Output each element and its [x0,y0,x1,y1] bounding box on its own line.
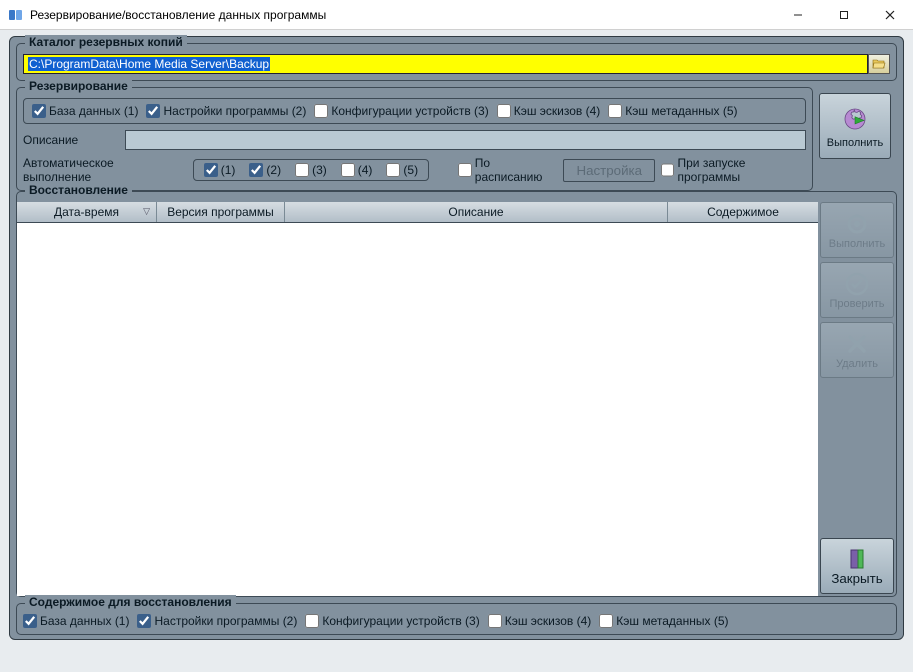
rc-meta-cache[interactable] [599,614,613,628]
rc-device-config-label: Конфигурации устройств (3) [322,614,479,628]
auto-1-label: (1) [221,163,236,177]
group-catalog: Каталог резервных копий C:\ProgramData\H… [16,43,897,81]
chk-thumb-cache-label: Кэш эскизов (4) [514,104,601,118]
folder-open-icon [872,58,886,70]
restore-delete-label: Удалить [836,358,878,370]
group-restore: Восстановление Дата-время▽ Версия програ… [16,191,897,597]
auto-3-label: (3) [312,163,327,177]
chk-database-label: База данных (1) [49,104,138,118]
chk-on-start[interactable] [661,163,674,177]
table-body[interactable] [17,223,818,596]
col-content[interactable]: Содержимое [668,202,818,222]
backup-path-input[interactable]: C:\ProgramData\Home Media Server\Backup [23,54,868,74]
restore-delete-button: Удалить [820,322,894,378]
rc-meta-cache-label: Кэш метаданных (5) [616,614,728,628]
restore-side-buttons: Выполнить Проверить Удалить Закрыть [818,202,896,596]
sort-indicator-icon: ▽ [143,206,150,217]
rc-device-config[interactable] [305,614,319,628]
rc-database[interactable] [23,614,37,628]
chk-settings[interactable] [146,104,160,118]
auto-5[interactable] [386,163,400,177]
group-backup: Резервирование База данных (1) Настройки… [16,87,897,191]
check-circle-icon [844,271,870,297]
group-restore-content-legend: Содержимое для восстановления [25,595,236,609]
restore-check-label: Проверить [829,298,884,310]
group-restore-legend: Восстановление [25,183,132,197]
group-backup-legend: Резервирование [25,79,132,93]
restore-execute-label: Выполнить [829,238,885,250]
rc-settings[interactable] [137,614,151,628]
chk-on-start-label: При запуске программы [677,156,806,184]
minimize-button[interactable] [775,0,821,30]
chk-schedule-label: По расписанию [475,156,558,184]
browse-button[interactable] [868,54,890,74]
chk-meta-cache-label: Кэш метаданных (5) [625,104,737,118]
close-button-label: Закрыть [831,571,882,586]
auto-5-label: (5) [403,163,418,177]
auto-2[interactable] [249,163,263,177]
maximize-button[interactable] [821,0,867,30]
restore-table: Дата-время▽ Версия программы Описание Со… [17,202,818,596]
chk-meta-cache[interactable] [608,104,622,118]
chk-schedule[interactable] [458,163,471,177]
rc-settings-label: Настройки программы (2) [154,614,297,628]
group-restore-content: Содержимое для восстановления База данны… [16,603,897,635]
auto-exec-group: (1) (2) (3) (4) (5) [193,159,429,181]
restore-execute-button: Выполнить [820,202,894,258]
col-version[interactable]: Версия программы [157,202,285,222]
chk-device-config[interactable] [314,104,328,118]
door-exit-icon [845,547,869,571]
description-label: Описание [23,133,125,147]
rc-database-label: База данных (1) [40,614,129,628]
chk-device-config-label: Конфигурации устройств (3) [331,104,488,118]
delete-x-icon [844,331,870,357]
backup-execute-button[interactable]: Выполнить [819,93,891,159]
restore-check-button: Проверить [820,262,894,318]
col-datetime[interactable]: Дата-время▽ [17,202,157,222]
schedule-settings-button: Настройка [563,159,655,182]
gear-icon [844,211,870,237]
chk-database[interactable] [32,104,46,118]
main-panel: Каталог резервных копий C:\ProgramData\H… [9,36,904,640]
rc-thumb-cache-label: Кэш эскизов (4) [505,614,592,628]
backup-execute-label: Выполнить [827,137,883,149]
col-description[interactable]: Описание [285,202,668,222]
table-header: Дата-время▽ Версия программы Описание Со… [17,202,818,223]
close-button[interactable]: Закрыть [820,538,894,594]
auto-3[interactable] [295,163,309,177]
auto-4-label: (4) [358,163,373,177]
app-icon [8,7,24,23]
auto-4[interactable] [341,163,355,177]
group-catalog-legend: Каталог резервных копий [25,35,187,49]
window-title: Резервирование/восстановление данных про… [30,8,775,22]
gear-play-icon [839,103,871,135]
rc-thumb-cache[interactable] [488,614,502,628]
chk-thumb-cache[interactable] [497,104,511,118]
description-input[interactable] [125,130,806,150]
auto-exec-label: Автоматическое выполнение [23,156,179,184]
close-window-button[interactable] [867,0,913,30]
titlebar: Резервирование/восстановление данных про… [0,0,913,30]
chk-settings-label: Настройки программы (2) [163,104,306,118]
backup-items-row: База данных (1) Настройки программы (2) … [23,98,806,124]
auto-1[interactable] [204,163,218,177]
auto-2-label: (2) [266,163,281,177]
